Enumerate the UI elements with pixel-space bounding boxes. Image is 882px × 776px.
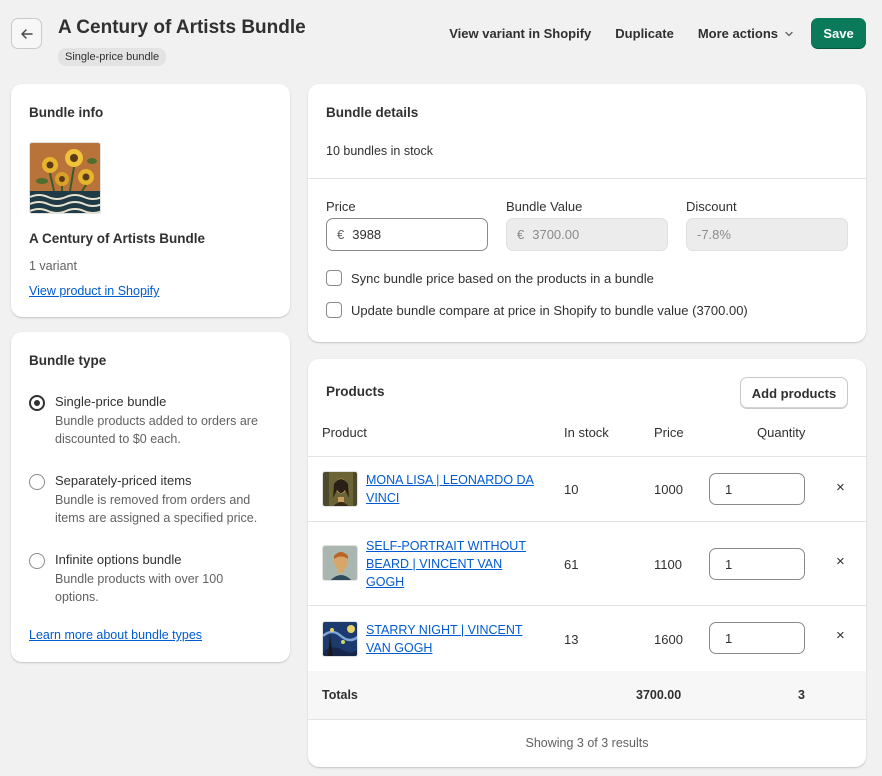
header-actions: View variant in Shopify Duplicate More a… (437, 18, 866, 49)
bundle-product-name: A Century of Artists Bundle (29, 231, 206, 246)
price-value: 3988 (352, 227, 382, 242)
save-button[interactable]: Save (811, 18, 866, 49)
sync-price-checkbox[interactable] (326, 270, 342, 286)
column-header-product: Product (322, 425, 367, 440)
sync-price-option[interactable]: Sync bundle price based on the products … (326, 270, 654, 286)
update-compare-label: Update bundle compare at price in Shopif… (351, 302, 748, 318)
back-button[interactable] (11, 18, 42, 49)
radio-separately-priced[interactable] (29, 474, 45, 490)
bundle-value-placeholder: 3700.00 (532, 227, 580, 242)
page-title: A Century of Artists Bundle (58, 17, 306, 38)
product-link[interactable]: SELF-PORTRAIT WITHOUT BEARD | VINCENT VA… (366, 537, 534, 591)
price-cell: 1600 (654, 632, 683, 647)
learn-more-link[interactable]: Learn more about bundle types (29, 628, 202, 642)
totals-label: Totals (322, 688, 358, 702)
bundle-type-card: Bundle type Single-price bundle Bundle p… (11, 332, 290, 662)
divider (308, 521, 866, 522)
duplicate-button[interactable]: Duplicate (603, 26, 686, 41)
quantity-input[interactable]: 1 (709, 473, 805, 505)
bundle-info-card: Bundle info A Century of Artists Bundle … (11, 84, 290, 317)
option-description: Bundle is removed from orders and items … (55, 493, 258, 525)
quantity-input[interactable]: 1 (709, 548, 805, 580)
in-stock-cell: 13 (564, 632, 579, 647)
product-thumbnail (322, 545, 358, 581)
products-card: Products Add products Product In stock P… (308, 359, 866, 767)
bundle-value-label: Bundle Value (506, 199, 583, 214)
discount-input: -7.8% (686, 218, 848, 251)
divider (308, 605, 866, 606)
in-stock-cell: 10 (564, 482, 579, 497)
option-description: Bundle products added to orders are disc… (55, 414, 258, 446)
bundle-type-option-infinite[interactable]: Infinite options bundle Bundle products … (29, 552, 245, 606)
divider (308, 456, 866, 457)
bundle-type-title: Bundle type (29, 353, 107, 368)
totals-price: 3700.00 (636, 688, 682, 702)
update-compare-option[interactable]: Update bundle compare at price in Shopif… (326, 302, 748, 318)
bundle-details-title: Bundle details (326, 105, 419, 120)
bundle-type-option-separate[interactable]: Separately-priced items Bundle is remove… (29, 473, 270, 527)
radio-infinite-options[interactable] (29, 553, 45, 569)
chevron-down-icon (785, 31, 793, 36)
price-input[interactable]: € 3988 (326, 218, 488, 251)
product-link[interactable]: STARRY NIGHT | VINCENT VAN GOGH (366, 621, 534, 657)
update-compare-checkbox[interactable] (326, 302, 342, 318)
bundle-product-image (29, 142, 101, 214)
remove-icon[interactable]: × (836, 627, 845, 644)
column-header-in-stock: In stock (564, 425, 609, 440)
price-cell: 1100 (654, 557, 682, 572)
product-link[interactable]: MONA LISA | LEONARDO DA VINCI (366, 471, 534, 507)
product-thumbnail (322, 471, 358, 507)
discount-label: Discount (686, 199, 737, 214)
currency-prefix: € (337, 227, 345, 242)
products-title: Products (326, 384, 385, 399)
results-summary: Showing 3 of 3 results (525, 736, 649, 750)
option-label: Single-price bundle (55, 394, 167, 409)
divider (308, 719, 866, 720)
view-variant-button[interactable]: View variant in Shopify (437, 26, 603, 41)
divider (308, 178, 866, 179)
sync-price-label: Sync bundle price based on the products … (351, 270, 654, 286)
remove-icon[interactable]: × (836, 479, 845, 496)
product-thumbnail (322, 621, 358, 657)
bundle-info-title: Bundle info (29, 105, 104, 120)
column-header-price: Price (654, 425, 684, 440)
totals-quantity: 3 (798, 688, 805, 702)
bundle-value-input: € 3700.00 (506, 218, 668, 251)
add-products-button[interactable]: Add products (740, 377, 848, 409)
totals-row: Totals 3700.00 3 (308, 671, 866, 719)
bundle-type-badge: Single-price bundle (58, 48, 167, 66)
in-stock-cell: 61 (564, 557, 579, 572)
price-cell: 1000 (654, 482, 683, 497)
variant-count: 1 variant (29, 259, 77, 273)
more-actions-button[interactable]: More actions (686, 26, 806, 41)
column-header-quantity: Quantity (757, 425, 806, 440)
quantity-input[interactable]: 1 (709, 622, 805, 654)
currency-prefix: € (517, 227, 525, 242)
bundle-type-option-single[interactable]: Single-price bundle Bundle products adde… (29, 394, 270, 448)
radio-single-price[interactable] (29, 395, 45, 411)
discount-placeholder: -7.8% (697, 227, 731, 242)
option-label: Infinite options bundle (55, 552, 182, 567)
bundle-details-card: Bundle details 10 bundles in stock Price… (308, 84, 866, 342)
remove-icon[interactable]: × (836, 553, 845, 570)
option-label: Separately-priced items (55, 473, 192, 488)
price-label: Price (326, 199, 356, 214)
bundle-stock: 10 bundles in stock (326, 144, 434, 158)
more-actions-label: More actions (697, 26, 778, 41)
arrow-left-icon (20, 28, 33, 39)
option-description: Bundle products with over 100 options. (55, 572, 224, 604)
view-product-link[interactable]: View product in Shopify (29, 284, 159, 298)
